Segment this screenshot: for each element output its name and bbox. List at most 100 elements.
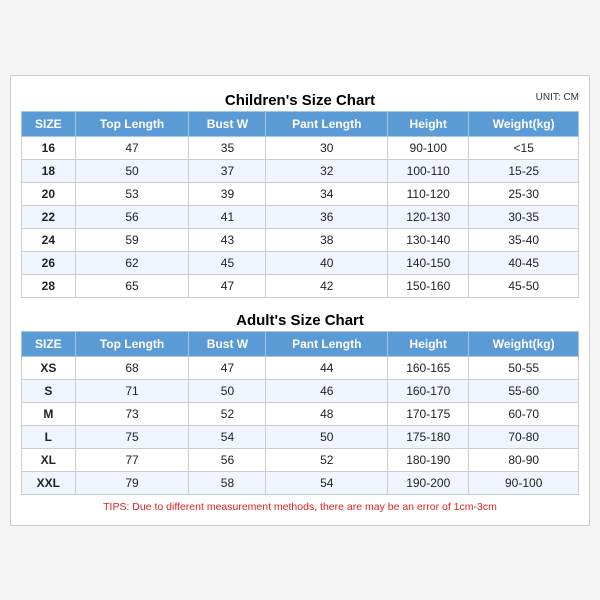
size-cell: XL <box>22 448 76 471</box>
col-header-bust-w: Bust W <box>189 111 266 136</box>
data-cell: 55-60 <box>469 379 579 402</box>
data-cell: 140-150 <box>388 251 469 274</box>
table-row: M735248170-17560-70 <box>22 402 579 425</box>
size-cell: 20 <box>22 182 76 205</box>
data-cell: <15 <box>469 136 579 159</box>
data-cell: 60-70 <box>469 402 579 425</box>
data-cell: 50 <box>189 379 266 402</box>
data-cell: 25-30 <box>469 182 579 205</box>
col-header-pant-length: Pant Length <box>266 111 388 136</box>
size-chart-wrapper: Children's Size Chart UNIT: CM SIZE Top … <box>10 75 590 526</box>
data-cell: 35 <box>189 136 266 159</box>
data-cell: 41 <box>189 205 266 228</box>
size-cell: S <box>22 379 76 402</box>
data-cell: 43 <box>189 228 266 251</box>
data-cell: 30-35 <box>469 205 579 228</box>
adult-col-header-size: SIZE <box>22 331 76 356</box>
data-cell: 50-55 <box>469 356 579 379</box>
data-cell: 68 <box>75 356 189 379</box>
data-cell: 56 <box>75 205 189 228</box>
data-cell: 45-50 <box>469 274 579 297</box>
data-cell: 100-110 <box>388 159 469 182</box>
data-cell: 15-25 <box>469 159 579 182</box>
data-cell: 120-130 <box>388 205 469 228</box>
size-cell: L <box>22 425 76 448</box>
data-cell: 52 <box>189 402 266 425</box>
data-cell: 50 <box>75 159 189 182</box>
table-row: 20533934110-12025-30 <box>22 182 579 205</box>
col-header-top-length: Top Length <box>75 111 189 136</box>
data-cell: 110-120 <box>388 182 469 205</box>
data-cell: 170-175 <box>388 402 469 425</box>
table-row: XL775652180-19080-90 <box>22 448 579 471</box>
data-cell: 36 <box>266 205 388 228</box>
data-cell: 47 <box>75 136 189 159</box>
adult-col-header-height: Height <box>388 331 469 356</box>
adult-header-row: SIZE Top Length Bust W Pant Length Heigh… <box>22 331 579 356</box>
data-cell: 37 <box>189 159 266 182</box>
data-cell: 65 <box>75 274 189 297</box>
adult-title: Adult's Size Chart <box>21 306 579 331</box>
table-row: 26624540140-15040-45 <box>22 251 579 274</box>
data-cell: 48 <box>266 402 388 425</box>
data-cell: 39 <box>189 182 266 205</box>
data-cell: 175-180 <box>388 425 469 448</box>
children-header-row: SIZE Top Length Bust W Pant Length Heigh… <box>22 111 579 136</box>
size-cell: 18 <box>22 159 76 182</box>
data-cell: 56 <box>189 448 266 471</box>
table-row: 28654742150-16045-50 <box>22 274 579 297</box>
size-cell: XS <box>22 356 76 379</box>
data-cell: 77 <box>75 448 189 471</box>
data-cell: 54 <box>189 425 266 448</box>
data-cell: 44 <box>266 356 388 379</box>
data-cell: 30 <box>266 136 388 159</box>
data-cell: 34 <box>266 182 388 205</box>
data-cell: 58 <box>189 471 266 494</box>
data-cell: 45 <box>189 251 266 274</box>
data-cell: 42 <box>266 274 388 297</box>
table-row: 24594338130-14035-40 <box>22 228 579 251</box>
table-row: XXL795854190-20090-100 <box>22 471 579 494</box>
data-cell: 47 <box>189 274 266 297</box>
data-cell: 54 <box>266 471 388 494</box>
adult-col-header-weight: Weight(kg) <box>469 331 579 356</box>
data-cell: 130-140 <box>388 228 469 251</box>
table-row: S715046160-17055-60 <box>22 379 579 402</box>
data-cell: 190-200 <box>388 471 469 494</box>
data-cell: 47 <box>189 356 266 379</box>
children-title: Children's Size Chart UNIT: CM <box>21 86 579 111</box>
children-table: SIZE Top Length Bust W Pant Length Heigh… <box>21 111 579 298</box>
size-cell: 16 <box>22 136 76 159</box>
data-cell: 52 <box>266 448 388 471</box>
table-row: 22564136120-13030-35 <box>22 205 579 228</box>
data-cell: 150-160 <box>388 274 469 297</box>
adult-table: SIZE Top Length Bust W Pant Length Heigh… <box>21 331 579 495</box>
size-cell: 26 <box>22 251 76 274</box>
size-cell: 24 <box>22 228 76 251</box>
children-title-text: Children's Size Chart <box>225 92 375 109</box>
adult-col-header-pant-length: Pant Length <box>266 331 388 356</box>
data-cell: 32 <box>266 159 388 182</box>
data-cell: 70-80 <box>469 425 579 448</box>
data-cell: 180-190 <box>388 448 469 471</box>
data-cell: 160-165 <box>388 356 469 379</box>
data-cell: 90-100 <box>388 136 469 159</box>
col-header-height: Height <box>388 111 469 136</box>
table-row: XS684744160-16550-55 <box>22 356 579 379</box>
size-cell: M <box>22 402 76 425</box>
col-header-weight: Weight(kg) <box>469 111 579 136</box>
data-cell: 50 <box>266 425 388 448</box>
adult-title-text: Adult's Size Chart <box>236 312 364 329</box>
data-cell: 35-40 <box>469 228 579 251</box>
data-cell: 62 <box>75 251 189 274</box>
data-cell: 71 <box>75 379 189 402</box>
data-cell: 46 <box>266 379 388 402</box>
tips-text: TIPS: Due to different measurement metho… <box>21 495 579 515</box>
table-row: L755450175-18070-80 <box>22 425 579 448</box>
data-cell: 40 <box>266 251 388 274</box>
adult-col-header-bust-w: Bust W <box>189 331 266 356</box>
data-cell: 90-100 <box>469 471 579 494</box>
data-cell: 80-90 <box>469 448 579 471</box>
data-cell: 73 <box>75 402 189 425</box>
data-cell: 59 <box>75 228 189 251</box>
